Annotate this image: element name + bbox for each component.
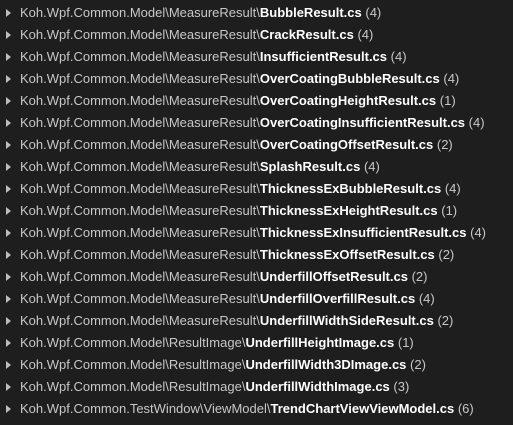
result-file: InsufficientResult.cs — [259, 49, 388, 64]
result-file: UnderfillWidthImage.cs — [245, 379, 390, 394]
result-count: (1) — [441, 203, 458, 218]
chevron-right-icon[interactable] — [6, 31, 11, 39]
result-count: (4) — [468, 115, 485, 130]
result-path: Koh.Wpf.Common.Model\ResultImage\ — [20, 335, 246, 350]
result-file: SplashResult.cs — [259, 159, 361, 174]
chevron-right-icon[interactable] — [6, 75, 11, 83]
result-count: (4) — [444, 181, 461, 196]
result-file: ThicknessExOffsetResult.cs — [259, 247, 435, 262]
chevron-right-icon[interactable] — [6, 317, 11, 325]
result-path: Koh.Wpf.Common.Model\MeasureResult\ — [20, 159, 260, 174]
chevron-right-icon[interactable] — [6, 273, 11, 281]
result-row[interactable]: Koh.Wpf.Common.TestWindow\ViewModel\Tren… — [0, 398, 513, 420]
result-path: Koh.Wpf.Common.Model\MeasureResult\ — [20, 115, 260, 130]
result-file: BubbleResult.cs — [259, 5, 362, 20]
chevron-right-icon[interactable] — [6, 185, 11, 193]
result-count: (2) — [438, 247, 455, 262]
result-count: (6) — [457, 401, 474, 416]
result-file: ThicknessExHeightResult.cs — [259, 203, 438, 218]
result-row[interactable]: Koh.Wpf.Common.Model\MeasureResult\Thick… — [0, 244, 513, 266]
result-path: Koh.Wpf.Common.Model\MeasureResult\ — [20, 5, 260, 20]
result-row[interactable]: Koh.Wpf.Common.Model\MeasureResult\Thick… — [0, 222, 513, 244]
result-row[interactable]: Koh.Wpf.Common.Model\MeasureResult\Bubbl… — [0, 2, 513, 24]
result-count: (4) — [443, 71, 460, 86]
result-row[interactable]: Koh.Wpf.Common.Model\MeasureResult\Splas… — [0, 156, 513, 178]
search-results-list: Koh.Wpf.Common.Model\MeasureResult\Bubbl… — [0, 0, 513, 420]
result-count: (2) — [410, 357, 426, 372]
chevron-right-icon[interactable] — [6, 163, 11, 171]
chevron-right-icon[interactable] — [6, 119, 11, 127]
result-path: Koh.Wpf.Common.Model\MeasureResult\ — [20, 71, 260, 86]
result-row[interactable]: Koh.Wpf.Common.Model\MeasureResult\OverC… — [0, 134, 513, 156]
result-row[interactable]: Koh.Wpf.Common.Model\MeasureResult\Crack… — [0, 24, 513, 46]
result-file: OverCoatingBubbleResult.cs — [259, 71, 440, 86]
result-count: (4) — [390, 49, 407, 64]
result-file: CrackResult.cs — [259, 27, 354, 42]
result-path: Koh.Wpf.Common.Model\MeasureResult\ — [20, 27, 260, 42]
result-count: (4) — [418, 291, 435, 306]
result-file: OverCoatingOffsetResult.cs — [259, 137, 434, 152]
result-path: Koh.Wpf.Common.Model\MeasureResult\ — [20, 247, 260, 262]
result-file: TrendChartViewViewModel.cs — [270, 401, 455, 416]
result-file: UnderfillOverfillResult.cs — [259, 291, 416, 306]
result-row[interactable]: Koh.Wpf.Common.Model\ResultImage\Underfi… — [0, 332, 513, 354]
chevron-right-icon[interactable] — [6, 207, 11, 215]
result-row[interactable]: Koh.Wpf.Common.Model\MeasureResult\Insuf… — [0, 46, 513, 68]
result-row[interactable]: Koh.Wpf.Common.Model\ResultImage\Underfi… — [0, 376, 513, 398]
result-file: OverCoatingHeightResult.cs — [259, 93, 437, 108]
result-path: Koh.Wpf.Common.Model\MeasureResult\ — [20, 49, 260, 64]
chevron-right-icon[interactable] — [6, 361, 11, 369]
result-path: Koh.Wpf.Common.TestWindow\ViewModel\ — [20, 401, 271, 416]
result-row[interactable]: Koh.Wpf.Common.Model\MeasureResult\OverC… — [0, 112, 513, 134]
result-row[interactable]: Koh.Wpf.Common.Model\MeasureResult\Under… — [0, 266, 513, 288]
result-file: UnderfillWidthSideResult.cs — [259, 313, 434, 328]
result-path: Koh.Wpf.Common.Model\MeasureResult\ — [20, 313, 260, 328]
result-row[interactable]: Koh.Wpf.Common.Model\ResultImage\Underfi… — [0, 354, 513, 376]
result-path: Koh.Wpf.Common.Model\MeasureResult\ — [20, 203, 260, 218]
result-path: Koh.Wpf.Common.Model\ResultImage\ — [20, 357, 246, 372]
chevron-right-icon[interactable] — [6, 295, 11, 303]
chevron-right-icon[interactable] — [6, 251, 11, 259]
result-count: (1) — [439, 93, 456, 108]
result-path: Koh.Wpf.Common.Model\MeasureResult\ — [20, 269, 260, 284]
result-count: (4) — [357, 27, 374, 42]
result-path: Koh.Wpf.Common.Model\MeasureResult\ — [20, 93, 260, 108]
result-file: OverCoatingInsufficientResult.cs — [259, 115, 466, 130]
result-row[interactable]: Koh.Wpf.Common.Model\MeasureResult\Thick… — [0, 178, 513, 200]
chevron-right-icon[interactable] — [6, 97, 11, 105]
result-file: UnderfillHeightImage.cs — [245, 335, 395, 350]
result-count: (3) — [393, 379, 410, 394]
chevron-right-icon[interactable] — [6, 229, 11, 237]
result-row[interactable]: Koh.Wpf.Common.Model\MeasureResult\Thick… — [0, 200, 513, 222]
chevron-right-icon[interactable] — [6, 141, 11, 149]
result-path: Koh.Wpf.Common.Model\MeasureResult\ — [20, 291, 260, 306]
result-count: (4) — [470, 225, 487, 240]
result-count: (2) — [437, 313, 454, 328]
result-path: Koh.Wpf.Common.Model\MeasureResult\ — [20, 181, 260, 196]
result-count: (4) — [363, 159, 380, 174]
result-file: UnderfillWidth3DImage.cs — [245, 357, 407, 372]
chevron-right-icon[interactable] — [6, 383, 11, 391]
result-row[interactable]: Koh.Wpf.Common.Model\MeasureResult\OverC… — [0, 68, 513, 90]
chevron-right-icon[interactable] — [6, 53, 11, 61]
result-row[interactable]: Koh.Wpf.Common.Model\MeasureResult\Under… — [0, 288, 513, 310]
result-row[interactable]: Koh.Wpf.Common.Model\MeasureResult\OverC… — [0, 90, 513, 112]
result-path: Koh.Wpf.Common.Model\MeasureResult\ — [20, 225, 260, 240]
result-path: Koh.Wpf.Common.Model\MeasureResult\ — [20, 137, 260, 152]
result-file: ThicknessExBubbleResult.cs — [259, 181, 442, 196]
result-count: (4) — [365, 5, 382, 20]
chevron-right-icon[interactable] — [6, 339, 11, 347]
chevron-right-icon[interactable] — [6, 405, 11, 413]
result-count: (2) — [436, 137, 453, 152]
result-path: Koh.Wpf.Common.Model\ResultImage\ — [20, 379, 246, 394]
result-file: UnderfillOffsetResult.cs — [259, 269, 408, 284]
result-file: ThicknessExInsufficientResult.cs — [259, 225, 467, 240]
result-count: (1) — [397, 335, 414, 350]
result-count: (2) — [411, 269, 428, 284]
result-row[interactable]: Koh.Wpf.Common.Model\MeasureResult\Under… — [0, 310, 513, 332]
chevron-right-icon[interactable] — [6, 9, 11, 17]
